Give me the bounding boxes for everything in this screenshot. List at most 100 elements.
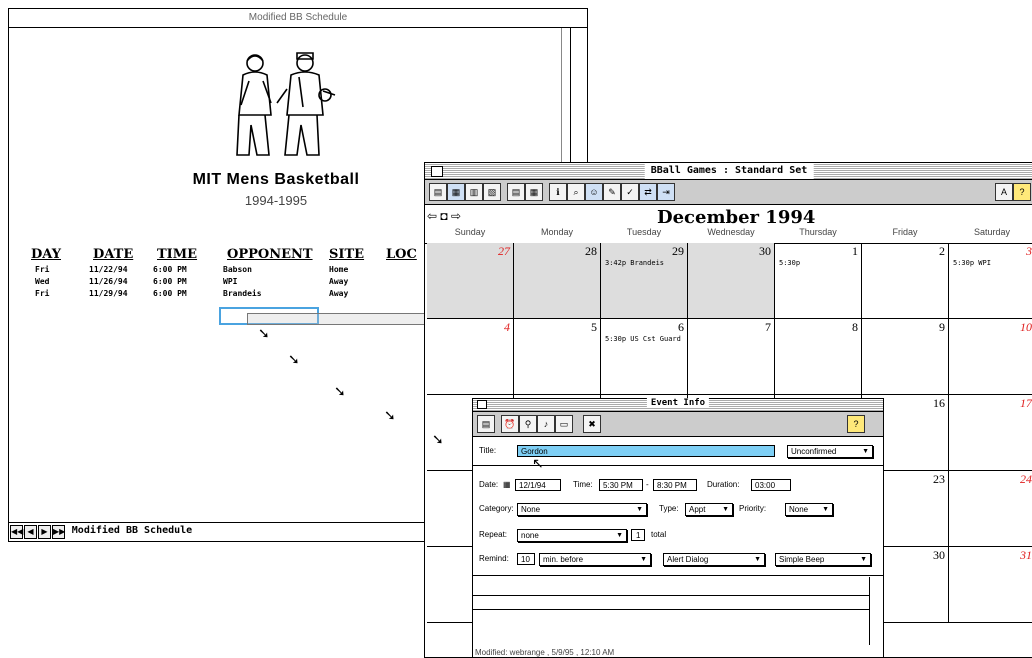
sheet-tab[interactable]: Modified BB Schedule bbox=[72, 523, 192, 539]
table-cell[interactable]: WPI bbox=[223, 277, 237, 286]
day-of-week-label: Saturday bbox=[973, 227, 1011, 237]
day-view-icon[interactable]: ▧ bbox=[483, 183, 501, 201]
calendar-day-cell[interactable]: 1 5:30p bbox=[775, 243, 862, 319]
notes-area[interactable] bbox=[473, 609, 869, 646]
day-of-week-label: Thursday bbox=[799, 227, 837, 237]
print-icon[interactable]: ▤ bbox=[477, 415, 495, 433]
table-cell[interactable]: 6:00 PM bbox=[153, 265, 187, 274]
calendar-event[interactable]: 3:42p Brandeis bbox=[605, 259, 664, 267]
table-cell[interactable]: Fri bbox=[35, 265, 49, 274]
help-icon[interactable]: ? bbox=[847, 415, 865, 433]
table-cell[interactable]: Wed bbox=[35, 277, 49, 286]
calendar-title-bar[interactable]: BBall Games : Standard Set bbox=[425, 163, 1032, 180]
year-view-icon[interactable]: ▦ bbox=[525, 183, 543, 201]
remind-unit-select[interactable]: min. before bbox=[539, 553, 651, 566]
calendar-day-cell[interactable]: 7 bbox=[688, 319, 775, 395]
table-cell[interactable]: 11/22/94 bbox=[89, 265, 128, 274]
repeat-count-input[interactable]: 1 bbox=[631, 529, 645, 541]
calendar-day-cell[interactable]: 6 5:30p US Cst Guard bbox=[601, 319, 688, 395]
category-select[interactable]: None bbox=[517, 503, 647, 516]
title-input[interactable]: Gordon bbox=[517, 445, 775, 457]
divider bbox=[473, 575, 883, 576]
col-header-loc[interactable]: LOC bbox=[386, 247, 417, 262]
last-sheet-button[interactable]: ▶▶ bbox=[52, 525, 65, 539]
list-view-icon[interactable]: ▤ bbox=[507, 183, 525, 201]
delete-icon[interactable]: ✖ bbox=[583, 415, 601, 433]
print-icon[interactable]: ▤ bbox=[429, 183, 447, 201]
calendar-day-cell[interactable]: 9 bbox=[862, 319, 949, 395]
link-icon[interactable]: ⇄ bbox=[639, 183, 657, 201]
remind-sound-select[interactable]: Simple Beep bbox=[775, 553, 871, 566]
start-time-input[interactable]: 5:30 PM bbox=[599, 479, 643, 491]
arrow-icon[interactable]: ⇥ bbox=[657, 183, 675, 201]
font-icon[interactable]: A bbox=[995, 183, 1013, 201]
notes-scrollbar[interactable] bbox=[869, 577, 883, 645]
day-of-week-label: Wednesday bbox=[707, 227, 755, 237]
duration-input[interactable]: 03:00 bbox=[751, 479, 791, 491]
checkmark-icon[interactable]: ✓ bbox=[621, 183, 639, 201]
type-select[interactable]: Appt bbox=[685, 503, 733, 516]
calendar-event[interactable]: 5:30p bbox=[779, 259, 800, 267]
table-cell[interactable]: Away bbox=[329, 289, 348, 298]
calendar-day-cell[interactable]: 29 3:42p Brandeis bbox=[601, 243, 688, 319]
note-icon[interactable]: ✎ bbox=[603, 183, 621, 201]
status-select[interactable]: Unconfirmed bbox=[787, 445, 873, 458]
calendar-icon[interactable]: ▦ bbox=[503, 479, 511, 491]
table-cell[interactable]: Fri bbox=[35, 289, 49, 298]
contacts-icon[interactable]: ☺ bbox=[585, 183, 603, 201]
table-cell[interactable]: 6:00 PM bbox=[153, 289, 187, 298]
calendar-day-cell[interactable]: 8 bbox=[775, 319, 862, 395]
help-icon[interactable]: ? bbox=[1013, 183, 1031, 201]
table-cell[interactable]: Away bbox=[329, 277, 348, 286]
table-cell[interactable]: 11/26/94 bbox=[89, 277, 128, 286]
table-cell[interactable]: 11/29/94 bbox=[89, 289, 128, 298]
calendar-nav-arrows[interactable]: ⇦ ◘ ⇨ bbox=[427, 209, 461, 223]
calendar-day-cell[interactable]: 5 bbox=[514, 319, 601, 395]
calendar-day-cell[interactable]: 28 bbox=[514, 243, 601, 319]
first-sheet-button[interactable]: ◀◀ bbox=[10, 525, 23, 539]
col-header-site[interactable]: SITE bbox=[329, 247, 364, 262]
remind-action-select[interactable]: Alert Dialog bbox=[663, 553, 765, 566]
calendar-day-cell[interactable]: 30 bbox=[688, 243, 775, 319]
month-view-icon[interactable]: ▦ bbox=[447, 183, 465, 201]
calendar-day-cell[interactable]: 2 bbox=[862, 243, 949, 319]
calendar-window-title: BBall Games : Standard Set bbox=[644, 163, 814, 179]
calendar-day-cell[interactable]: 10 bbox=[949, 319, 1032, 395]
col-header-date[interactable]: DATE bbox=[93, 247, 133, 262]
col-header-time[interactable]: TIME bbox=[157, 247, 197, 262]
table-cell[interactable]: Babson bbox=[223, 265, 252, 274]
col-header-day[interactable]: DAY bbox=[31, 247, 61, 262]
col-header-opponent[interactable]: OPPONENT bbox=[227, 247, 313, 262]
calendar-day-cell[interactable]: 31 bbox=[949, 547, 1032, 623]
repeat-select[interactable]: none bbox=[517, 529, 627, 542]
calendar-day-cell[interactable]: 24 bbox=[949, 471, 1032, 547]
table-cell[interactable]: 6:00 PM bbox=[153, 277, 187, 286]
calendar-day-cell[interactable]: 27 bbox=[427, 243, 514, 319]
attach-icon[interactable]: ⚲ bbox=[519, 415, 537, 433]
calendar-day-cell[interactable]: 4 bbox=[427, 319, 514, 395]
calendar-day-cell[interactable]: 17 bbox=[949, 395, 1032, 471]
info-icon[interactable]: ℹ bbox=[549, 183, 567, 201]
i-beam-cursor-icon: ↖ bbox=[532, 455, 544, 471]
close-box-icon[interactable] bbox=[431, 166, 443, 177]
date-input[interactable]: 12/1/94 bbox=[515, 479, 561, 491]
next-sheet-button[interactable]: ▶ bbox=[38, 525, 51, 539]
alarm-icon[interactable]: ⏰ bbox=[501, 415, 519, 433]
close-box-icon[interactable] bbox=[477, 400, 487, 409]
prev-sheet-button[interactable]: ◀ bbox=[24, 525, 37, 539]
calendar-event[interactable]: 5:30p WPI bbox=[953, 259, 991, 267]
find-icon[interactable]: ⌕ bbox=[567, 183, 585, 201]
table-cell[interactable]: Brandeis bbox=[223, 289, 262, 298]
priority-select[interactable]: None bbox=[785, 503, 833, 516]
table-cell[interactable]: Home bbox=[329, 265, 348, 274]
spreadsheet-title-bar[interactable]: Modified BB Schedule bbox=[9, 9, 587, 28]
sound-icon[interactable]: ♪ bbox=[537, 415, 555, 433]
calendar-event[interactable]: 5:30p US Cst Guard bbox=[605, 335, 681, 343]
folder-icon[interactable]: ▭ bbox=[555, 415, 573, 433]
end-time-input[interactable]: 8:30 PM bbox=[653, 479, 697, 491]
week-view-icon[interactable]: ▥ bbox=[465, 183, 483, 201]
remind-amount-input[interactable]: 10 bbox=[517, 553, 535, 565]
arrow-cursor-icon: ➘ bbox=[432, 431, 444, 447]
event-info-title-bar[interactable]: Event Info bbox=[473, 398, 883, 412]
calendar-day-cell[interactable]: 3 5:30p WPI bbox=[949, 243, 1032, 319]
